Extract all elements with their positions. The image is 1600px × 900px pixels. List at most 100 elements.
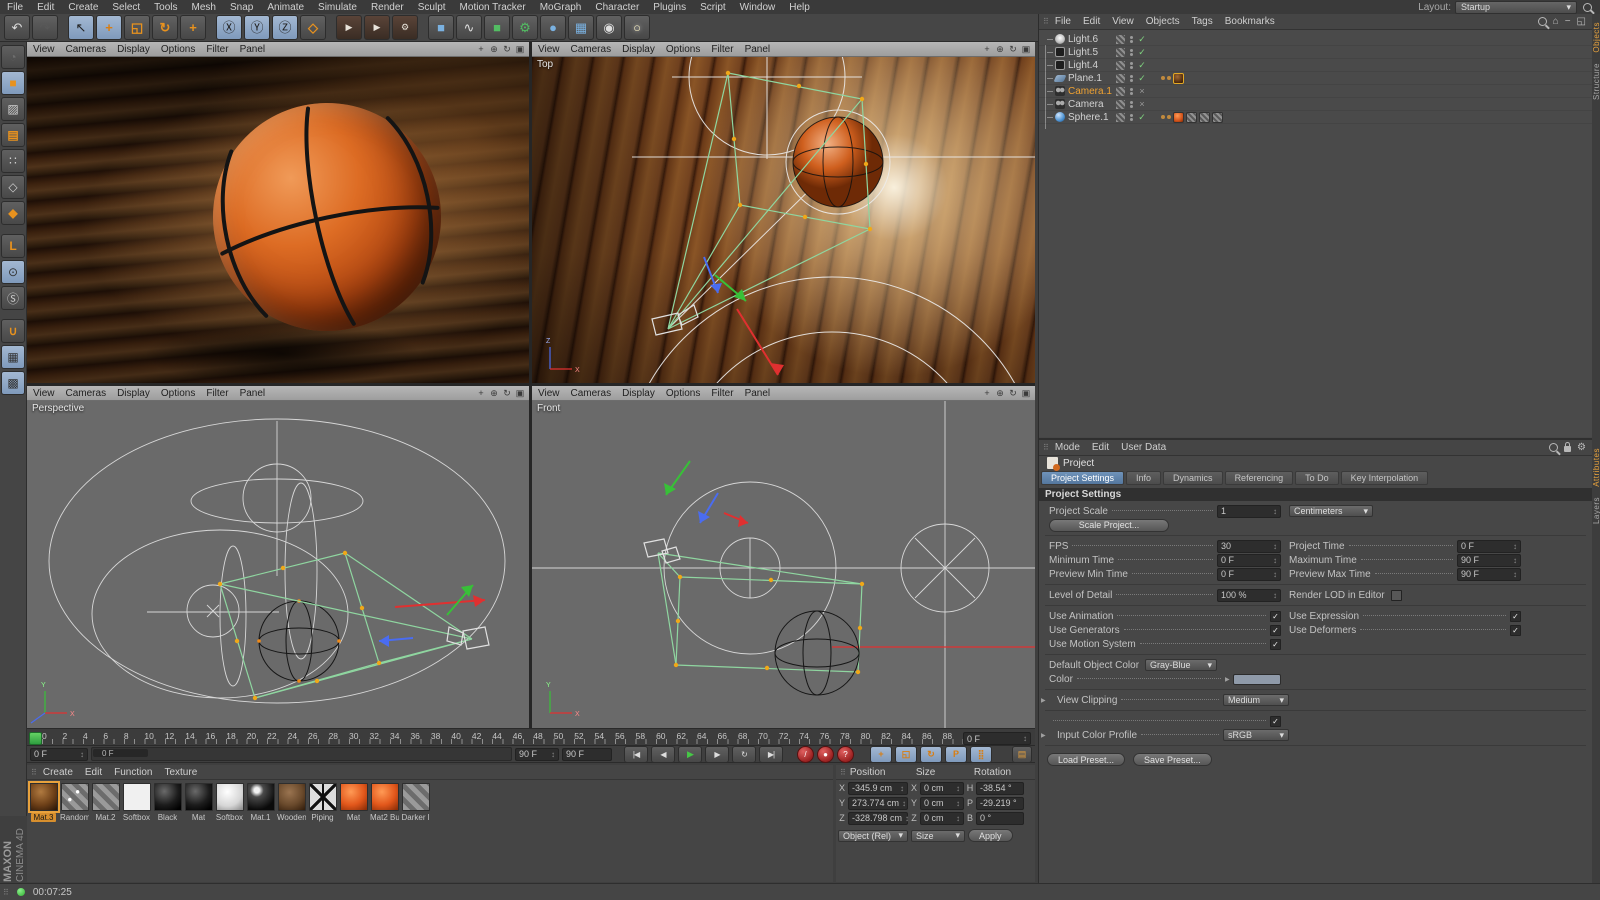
viewport-menu-item[interactable]: View bbox=[33, 388, 55, 399]
material-thumbnail[interactable] bbox=[370, 783, 399, 811]
preview-max-field[interactable]: 90 F ↕ bbox=[1457, 567, 1521, 581]
viewport-menu-item[interactable]: Panel bbox=[745, 44, 771, 55]
viewport-menu-item[interactable]: Filter bbox=[206, 388, 228, 399]
menu-item[interactable]: Plugins bbox=[646, 2, 693, 13]
texture-mode-button[interactable]: ▨ bbox=[1, 97, 25, 121]
material-thumbnail[interactable] bbox=[184, 783, 213, 811]
z-axis-lock-button[interactable]: Ⓩ bbox=[272, 15, 298, 40]
dock-icon[interactable]: ◱ bbox=[1577, 16, 1586, 27]
object-row[interactable]: Light.4 ✓ bbox=[1039, 59, 1592, 72]
metaball-button[interactable]: ● bbox=[540, 15, 566, 40]
viewport-menu-item[interactable]: Panel bbox=[240, 388, 266, 399]
object-row[interactable]: Light.5 ✓ bbox=[1039, 46, 1592, 59]
coordinate-system-button[interactable]: ◇ bbox=[300, 15, 326, 40]
object-manager-menu-item[interactable]: Edit bbox=[1083, 16, 1100, 27]
default-object-color-select[interactable]: Gray-Blue ▾ bbox=[1145, 659, 1218, 671]
layer-chip[interactable] bbox=[1116, 86, 1125, 96]
material-item[interactable]: Piping bbox=[308, 783, 337, 822]
rotate-icon[interactable]: ↻ bbox=[1008, 388, 1018, 399]
material-item[interactable]: Softbox bbox=[215, 783, 244, 822]
panel-grip-icon[interactable]: ⠿ bbox=[840, 768, 846, 777]
enable-axis-button[interactable]: L bbox=[1, 234, 25, 258]
points-mode-button[interactable]: ∷ bbox=[1, 149, 25, 173]
size-x-field[interactable]: 0 cm ↕ bbox=[920, 781, 964, 795]
workplane-button[interactable]: ▩ bbox=[1, 371, 25, 395]
use-motion-system-checkbox[interactable]: ✓ bbox=[1270, 638, 1281, 650]
compositing-tag-icon[interactable] bbox=[1167, 115, 1171, 119]
maximize-icon[interactable]: ▣ bbox=[515, 388, 525, 399]
material-thumbnail[interactable] bbox=[60, 783, 89, 811]
coordinate-mode-select[interactable]: Object (Rel) ▾ bbox=[838, 829, 908, 842]
scale-tool-button[interactable]: ◱ bbox=[124, 15, 150, 40]
menu-item[interactable]: File bbox=[0, 2, 30, 13]
panel-grip-icon[interactable]: ⠿ bbox=[1043, 443, 1049, 452]
object-manager-menu-item[interactable]: View bbox=[1112, 16, 1134, 27]
zoom-icon[interactable]: ⊕ bbox=[489, 44, 499, 55]
next-frame-button[interactable]: ▶ bbox=[705, 745, 729, 763]
material-tag-icon[interactable] bbox=[1173, 111, 1184, 123]
menu-item[interactable]: Sculpt bbox=[411, 2, 453, 13]
position-y-field[interactable]: 273.774 cm ↕ bbox=[848, 796, 908, 810]
attribute-menu-item[interactable]: Mode bbox=[1055, 442, 1080, 453]
maximize-icon[interactable]: ▣ bbox=[1021, 44, 1031, 55]
texture-tag-icon[interactable] bbox=[1186, 111, 1197, 123]
viewport-menu-item[interactable]: Filter bbox=[711, 44, 733, 55]
search-icon[interactable] bbox=[1537, 17, 1547, 26]
scale-project-button[interactable]: Scale Project... bbox=[1049, 518, 1169, 532]
polygons-mode-button[interactable]: ◆ bbox=[1, 201, 25, 225]
menu-item[interactable]: Select bbox=[105, 2, 147, 13]
rotation-p-field[interactable]: -29.219 ° bbox=[976, 796, 1024, 810]
timeline-frame-field[interactable]: 0 F ↕ bbox=[963, 732, 1031, 745]
object-row[interactable]: Plane.1 ✓ bbox=[1039, 72, 1592, 85]
render-region-button[interactable]: ▶ bbox=[364, 15, 390, 40]
viewport-top[interactable]: View Cameras Display Options Filter Panel + ⊕… bbox=[532, 42, 1035, 383]
material-item[interactable]: Darker l bbox=[401, 783, 430, 822]
keying-options-button[interactable]: ▤ bbox=[1012, 745, 1032, 763]
use-generators-checkbox[interactable]: ✓ bbox=[1270, 624, 1281, 636]
key-parameter-toggle[interactable]: P bbox=[945, 745, 967, 763]
viewport-solo-button[interactable]: Ⓢ bbox=[1, 286, 25, 310]
layer-chip[interactable] bbox=[1116, 73, 1125, 83]
menu-item[interactable]: Window bbox=[733, 2, 783, 13]
expand-icon[interactable]: ▶ bbox=[1041, 697, 1049, 704]
object-manager-menu-item[interactable]: Bookmarks bbox=[1225, 16, 1275, 27]
viewport-perspective[interactable]: View Cameras Display Options Filter Panel + ⊕… bbox=[27, 386, 529, 728]
viewport-render[interactable]: View Cameras Display Options Filter Panel + ⊕… bbox=[27, 42, 529, 383]
workplane-mode-button[interactable]: ▤ bbox=[1, 123, 25, 147]
object-manager-menu-item[interactable]: Objects bbox=[1146, 16, 1180, 27]
position-z-field[interactable]: -328.798 cm ↕ bbox=[848, 811, 909, 825]
render-settings-button[interactable]: ⚙ bbox=[392, 15, 418, 40]
menu-item[interactable]: Tools bbox=[147, 2, 184, 13]
camera-button[interactable]: ◉ bbox=[596, 15, 622, 40]
material-thumbnail[interactable] bbox=[308, 783, 337, 811]
pan-icon[interactable]: + bbox=[982, 44, 992, 54]
load-preset-button[interactable]: Load Preset... bbox=[1047, 753, 1126, 766]
position-x-field[interactable]: -345.9 cm ↕ bbox=[848, 781, 908, 795]
material-menu-item[interactable]: Edit bbox=[85, 767, 102, 778]
compositing-tag-icon[interactable] bbox=[1167, 76, 1171, 80]
tab-todo[interactable]: To Do bbox=[1295, 471, 1339, 485]
attribute-menu-item[interactable]: Edit bbox=[1092, 442, 1109, 453]
undo-button[interactable]: ↶ bbox=[4, 15, 30, 40]
menu-item[interactable]: Simulate bbox=[311, 2, 364, 13]
linear-workflow-checkbox[interactable]: ✓ bbox=[1270, 715, 1281, 727]
menu-item[interactable]: Animate bbox=[260, 2, 311, 13]
search-icon[interactable] bbox=[1549, 443, 1559, 452]
color-swatch[interactable] bbox=[1233, 673, 1281, 685]
front-canvas[interactable]: Front Y X bbox=[532, 401, 1035, 728]
attribute-menu-item[interactable]: User Data bbox=[1121, 442, 1166, 453]
visibility-dots[interactable] bbox=[1128, 61, 1134, 69]
viewport-menu-item[interactable]: Display bbox=[622, 44, 655, 55]
viewport-menu-item[interactable]: Panel bbox=[240, 44, 266, 55]
subdivision-surface-button[interactable]: ■ bbox=[484, 15, 510, 40]
tab-referencing[interactable]: Referencing bbox=[1224, 471, 1294, 485]
menu-item[interactable]: Motion Tracker bbox=[453, 2, 533, 13]
texture-tag-icon[interactable] bbox=[1212, 111, 1223, 123]
current-frame-field[interactable]: 0 F ↕ bbox=[30, 747, 88, 761]
enabled-check[interactable]: ✓ bbox=[1137, 73, 1147, 84]
phong-tag-icon[interactable] bbox=[1161, 115, 1165, 119]
tab-dynamics[interactable]: Dynamics bbox=[1163, 471, 1223, 485]
expand-icon[interactable]: ▶ bbox=[1041, 732, 1049, 739]
object-manager-menu-item[interactable]: Tags bbox=[1192, 16, 1213, 27]
key-rotation-toggle[interactable]: ↻ bbox=[920, 745, 942, 763]
